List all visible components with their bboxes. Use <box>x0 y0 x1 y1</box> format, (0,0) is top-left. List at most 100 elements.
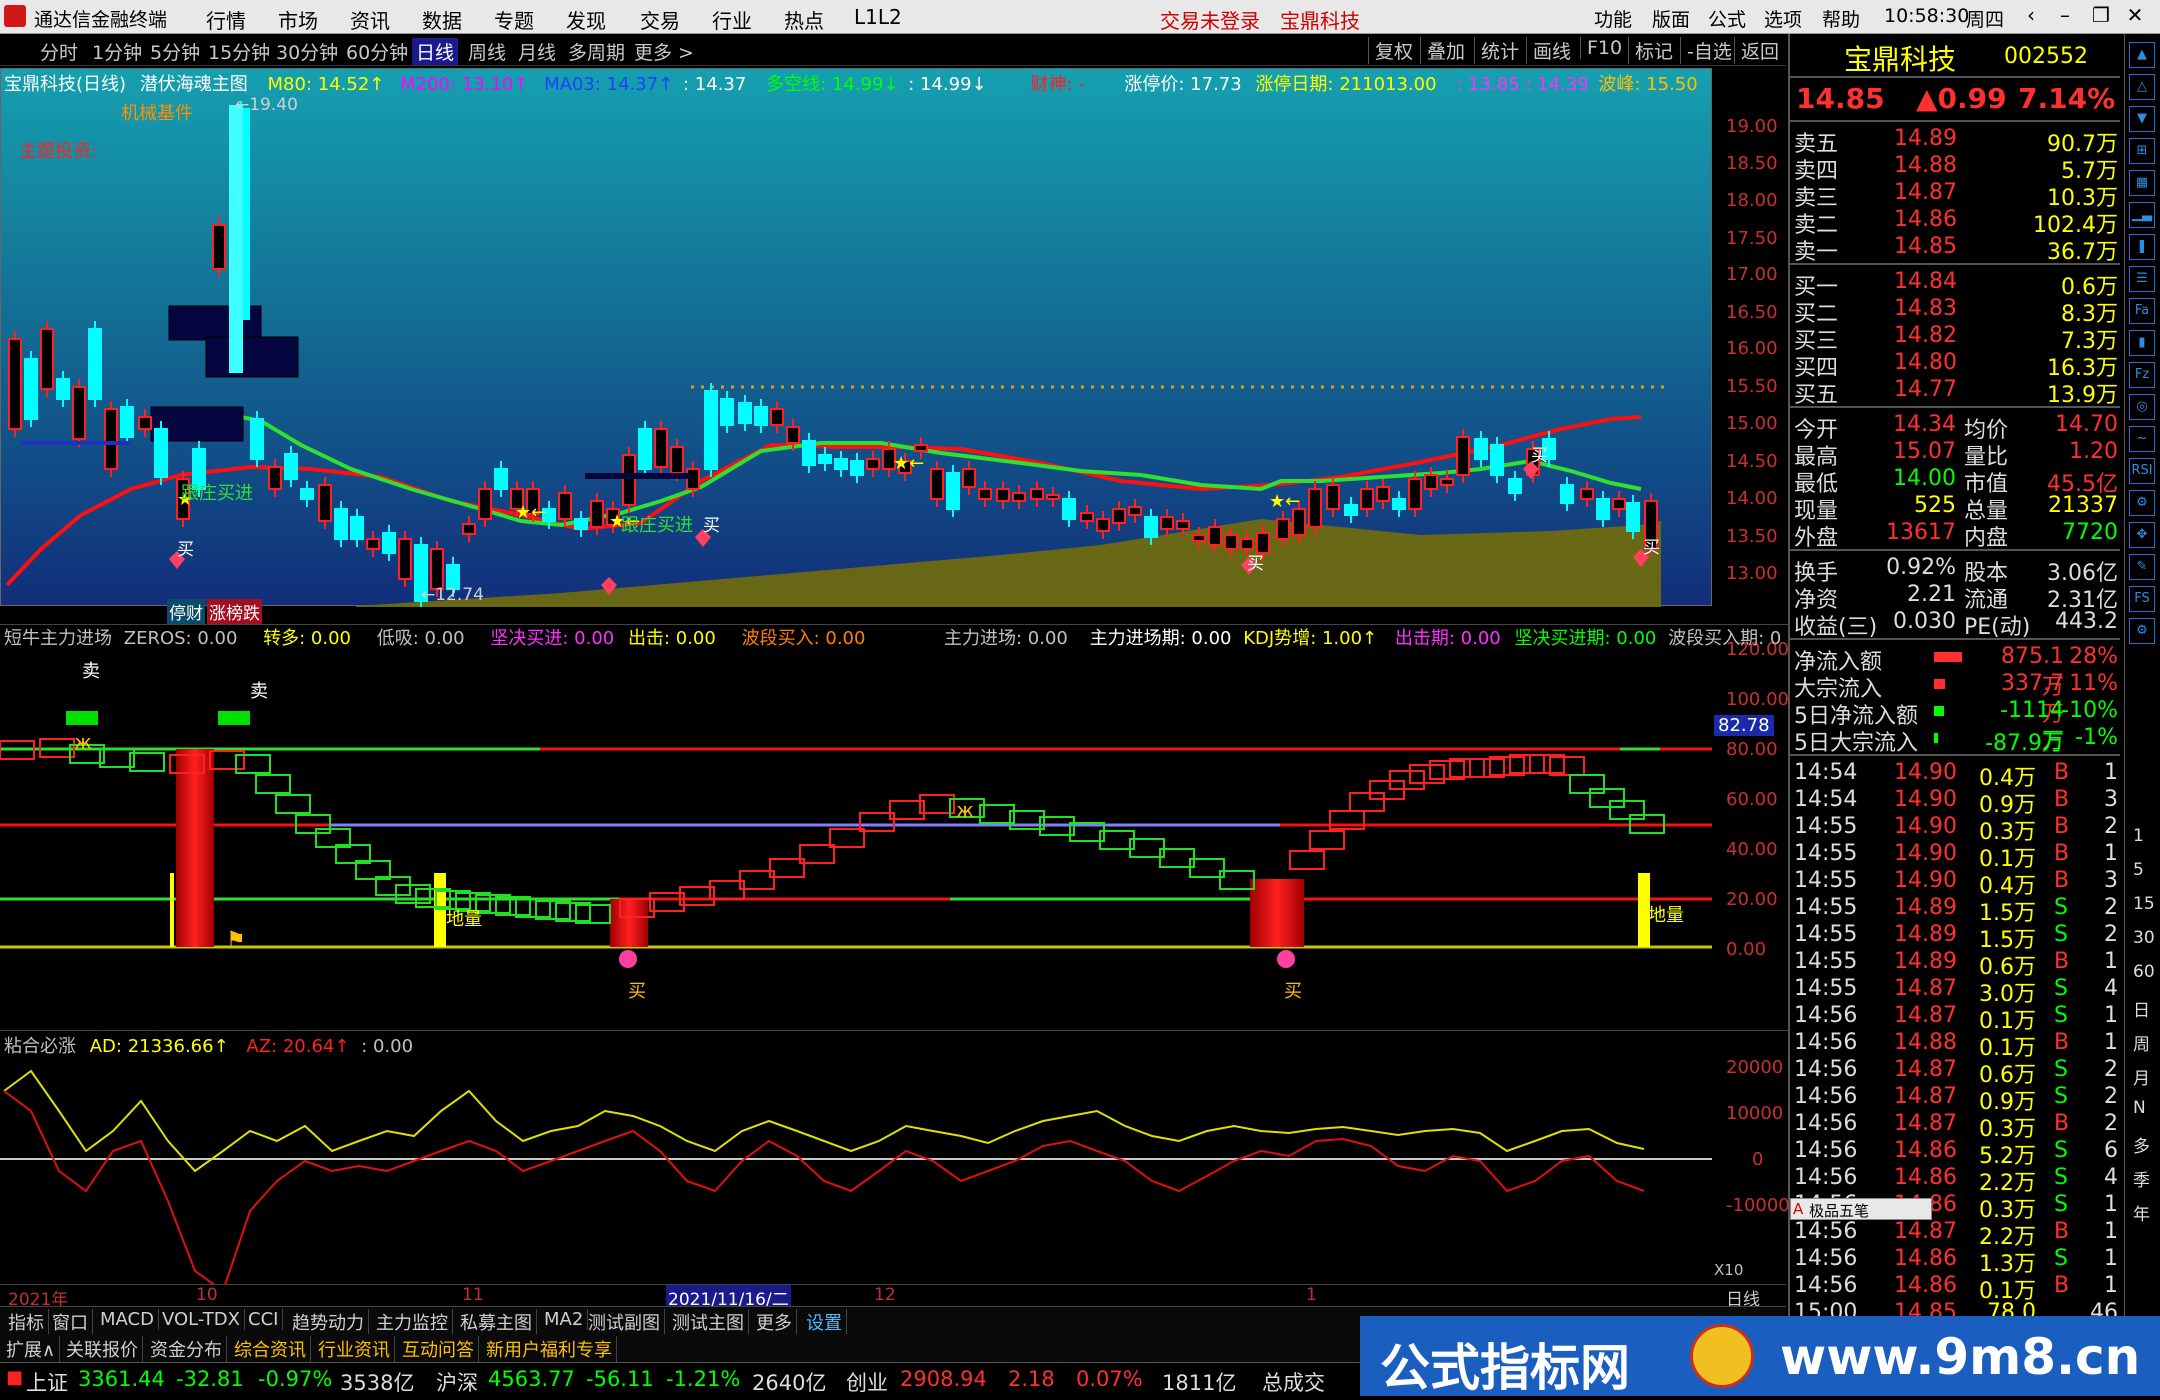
ask-row[interactable]: 卖一 14.85 36.7万 <box>1794 234 2120 265</box>
period-shortcut[interactable]: 多 <box>2133 1132 2150 1157</box>
period-shortcut[interactable]: 季 <box>2133 1166 2150 1191</box>
tab-related-quote[interactable]: 关联报价 <box>62 1336 143 1362</box>
rank-badge[interactable]: 涨榜跌 <box>207 599 262 624</box>
arrow-up-icon[interactable]: ▲ <box>2129 42 2155 68</box>
list-icon[interactable]: ☰ <box>2129 266 2155 292</box>
login-notice[interactable]: 交易未登录 <box>1160 5 1260 34</box>
rsi-icon[interactable]: RSI <box>2129 458 2155 484</box>
formula-name[interactable]: 潜伏海魂主图 <box>140 74 248 95</box>
tab-monitor[interactable]: 主力监控 <box>372 1309 453 1335</box>
toolbar-button[interactable]: 标记 <box>1628 37 1673 64</box>
period-tab[interactable]: 60分钟 <box>346 38 408 65</box>
period-tab[interactable]: 周线 <box>468 38 506 65</box>
tab-trend[interactable]: 趋势动力 <box>288 1309 369 1335</box>
move-icon[interactable]: ✥ <box>2129 522 2155 548</box>
toolbar-button[interactable]: F10 <box>1580 37 1622 59</box>
menu-item[interactable]: 版面 <box>1652 5 1690 32</box>
toolbar-button[interactable]: 复权 <box>1368 37 1413 64</box>
tab-qa[interactable]: 互动问答 <box>398 1336 479 1362</box>
period-tab-active[interactable]: 日线 <box>412 38 459 65</box>
sector-label[interactable]: 机械基件 <box>121 99 193 125</box>
period-tab[interactable]: 5分钟 <box>150 38 200 65</box>
period-shortcut[interactable]: N <box>2133 1098 2146 1118</box>
tab-test-main[interactable]: 测试主图 <box>668 1309 749 1335</box>
toolbar-button[interactable]: 叠加 <box>1420 37 1465 64</box>
table-icon[interactable]: ▦ <box>2129 170 2155 196</box>
tab-cci[interactable]: CCI <box>244 1309 284 1330</box>
menu-item[interactable]: 选项 <box>1764 5 1802 32</box>
bid-row[interactable]: 买五 14.77 13.9万 <box>1794 377 2120 408</box>
period-tab[interactable]: 分时 <box>40 38 78 65</box>
fs-icon[interactable]: FS <box>2129 586 2155 612</box>
menu-item[interactable]: 热点 <box>784 5 824 34</box>
tab-more[interactable]: 更多 <box>752 1309 797 1335</box>
ask-row[interactable]: 卖四 14.88 5.7万 <box>1794 153 2120 184</box>
menu-item[interactable]: 帮助 <box>1822 5 1860 32</box>
candle-icon[interactable]: ❚ <box>2129 234 2155 260</box>
tab-window[interactable]: 窗口 <box>48 1309 93 1335</box>
period-shortcut[interactable]: 年 <box>2133 1200 2150 1225</box>
chart-icon[interactable]: ▁▃ <box>2129 202 2155 228</box>
tab-welfare[interactable]: 新用户福利专享 <box>482 1336 617 1362</box>
close-icon[interactable]: ✕ <box>2120 3 2150 29</box>
bid-row[interactable]: 买四 14.80 16.3万 <box>1794 350 2120 381</box>
sub1-chart-panel[interactable]: ж ж ⚑ 卖 卖 买 买 地量 地量 <box>0 624 1712 1026</box>
tab-private[interactable]: 私募主图 <box>456 1309 537 1335</box>
menu-item[interactable]: 专题 <box>494 5 534 34</box>
menu-item[interactable]: 数据 <box>422 5 462 34</box>
period-shortcut[interactable]: 5 <box>2133 860 2144 880</box>
chart2-icon[interactable]: ~ <box>2129 426 2155 452</box>
period-shortcut[interactable]: 日 <box>2133 996 2150 1021</box>
bot-icon[interactable]: ⚙ <box>2129 490 2155 516</box>
tab-ma2[interactable]: MA2 <box>540 1309 589 1330</box>
tab-industry-news[interactable]: 行业资讯 <box>314 1336 395 1362</box>
sub1-title[interactable]: 短牛主力进场 <box>4 628 112 649</box>
minimize-icon[interactable]: – <box>2050 3 2080 29</box>
ask-row[interactable]: 卖三 14.87 10.3万 <box>1794 180 2120 211</box>
stop-badge[interactable]: 停财 <box>167 599 205 624</box>
toolbar-button[interactable]: -自选 <box>1680 37 1732 64</box>
period-shortcut[interactable]: 周 <box>2133 1030 2150 1055</box>
menu-item[interactable]: 行业 <box>712 5 752 34</box>
sub2-title[interactable]: 粘合必涨 <box>4 1036 76 1057</box>
period-shortcut[interactable]: 1 <box>2133 826 2144 846</box>
theme-label[interactable]: 主题投资: <box>19 137 97 163</box>
pen-icon[interactable]: ✎ <box>2129 554 2155 580</box>
period-tab[interactable]: 月线 <box>518 38 556 65</box>
fa-icon[interactable]: Fa <box>2129 298 2155 324</box>
menu-item[interactable]: 公式 <box>1708 5 1746 32</box>
tab-expand[interactable]: 扩展∧ <box>2 1336 61 1362</box>
ime-popup[interactable]: A 极品五笔 <box>1790 1198 1932 1220</box>
circle-icon[interactable]: ◎ <box>2129 394 2155 420</box>
menu-item[interactable]: 交易 <box>640 5 680 34</box>
gear-icon[interactable]: ⚙ <box>2129 618 2155 644</box>
menu-item[interactable]: 行情 <box>206 5 246 34</box>
tab-test-sub[interactable]: 测试副图 <box>584 1309 665 1335</box>
tab-vol[interactable]: VOL-TDX <box>158 1309 245 1330</box>
back-icon[interactable]: ‹ <box>2016 3 2046 29</box>
period-shortcut[interactable]: 月 <box>2133 1064 2150 1089</box>
period-shortcut[interactable]: 60 <box>2133 962 2155 982</box>
sub2-chart-panel[interactable] <box>0 1030 1712 1289</box>
period-tab[interactable]: 1分钟 <box>92 38 142 65</box>
grid-icon[interactable]: ⊞ <box>2129 138 2155 164</box>
bars-icon[interactable]: ▮ <box>2129 330 2155 356</box>
arrow-up-icon[interactable]: △ <box>2129 74 2155 100</box>
fz-icon[interactable]: Fz <box>2129 362 2155 388</box>
bid-row[interactable]: 买一 14.84 0.6万 <box>1794 269 2120 300</box>
bid-row[interactable]: 买二 14.83 8.3万 <box>1794 296 2120 327</box>
toolbar-button[interactable]: 画线 <box>1526 37 1571 64</box>
period-shortcut[interactable]: 15 <box>2133 894 2155 914</box>
main-chart-panel[interactable]: ★ ★← ★← ★← ★← 机械基件 主题投资: ←19.40 ←12.74 跟… <box>0 68 1712 624</box>
cy-name[interactable]: 创业 <box>846 1367 888 1397</box>
period-shortcut[interactable]: 30 <box>2133 928 2155 948</box>
ask-row[interactable]: 卖五 14.89 90.7万 <box>1794 126 2120 157</box>
tab-indicator[interactable]: 指标 <box>4 1309 49 1335</box>
menu-item[interactable]: 资讯 <box>350 5 390 34</box>
period-tab[interactable]: 多周期 <box>568 38 625 65</box>
menu-item[interactable]: L1L2 <box>854 5 902 29</box>
hs-name[interactable]: 沪深 <box>436 1367 478 1397</box>
period-more[interactable]: 更多 > <box>634 38 694 65</box>
period-tab[interactable]: 30分钟 <box>276 38 338 65</box>
tab-news[interactable]: 综合资讯 <box>230 1336 311 1362</box>
